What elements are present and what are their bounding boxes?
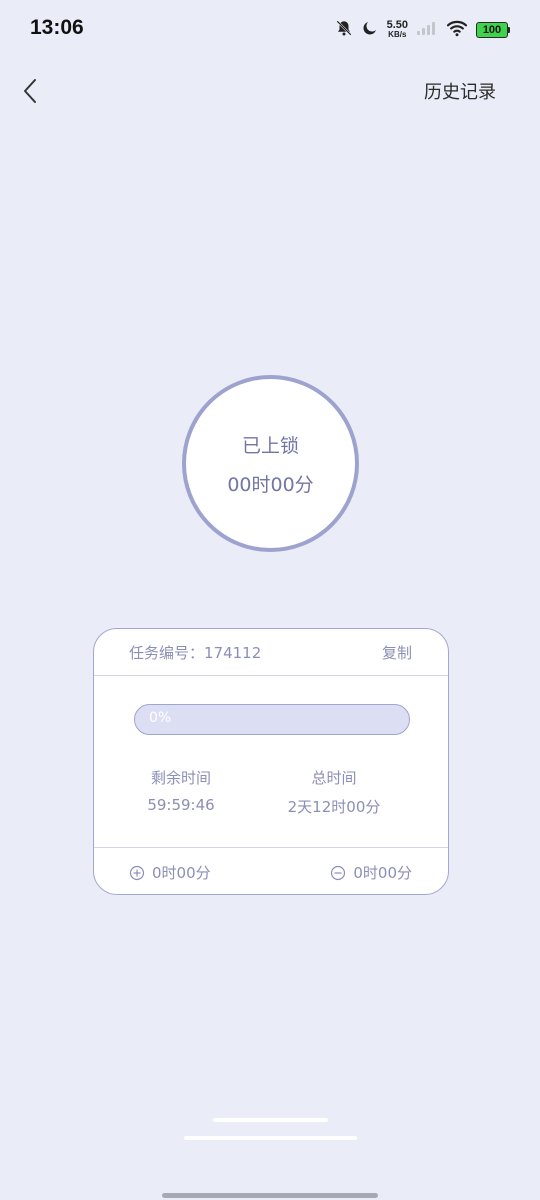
subtract-time-button[interactable]: 0时00分 <box>330 862 412 883</box>
lock-duration-text: 00时00分 <box>227 473 314 496</box>
total-time-label: 总时间 <box>311 769 357 787</box>
history-button[interactable]: 历史记录 <box>424 78 496 104</box>
plus-circle-icon <box>129 865 145 880</box>
task-id: 任务编号：174112 <box>129 644 262 662</box>
total-time: 总时间 2天12时00分 <box>254 767 414 817</box>
home-indicator[interactable] <box>162 1193 378 1198</box>
net-speed-unit: KB/s <box>388 30 407 39</box>
bell-off-icon <box>335 19 353 41</box>
progress-bar: 0% <box>134 704 410 735</box>
battery-icon: 100 <box>476 22 510 38</box>
task-card-footer: 0时00分 0时00分 <box>94 847 448 894</box>
signal-icon <box>416 20 438 40</box>
bottom-bar <box>213 1118 328 1122</box>
bottom-bar <box>184 1136 357 1140</box>
add-time-value: 0时00分 <box>152 864 211 882</box>
net-speed: 5.50 KB/s <box>386 19 408 40</box>
task-card: 任务编号：174112 复制 0% 剩余时间 59:59:46 总时间 2天12… <box>93 628 449 895</box>
battery-level: 100 <box>476 22 508 38</box>
add-time-button[interactable]: 0时00分 <box>129 862 211 883</box>
chevron-left-icon <box>24 79 36 103</box>
minus-circle-icon <box>331 865 346 880</box>
subtract-time-value: 0时00分 <box>353 864 412 882</box>
status-icons: 5.50 KB/s 100 <box>335 18 510 42</box>
lock-status-circle: 已上锁 00时00分 <box>182 375 359 552</box>
remaining-time-value: 59:59:46 <box>147 796 215 814</box>
back-button[interactable] <box>14 74 46 108</box>
total-time-value: 2天12时00分 <box>287 798 381 816</box>
lock-status-text: 已上锁 <box>241 434 299 457</box>
net-speed-value: 5.50 <box>386 19 408 31</box>
remaining-time-label: 剩余时间 <box>150 769 211 787</box>
wifi-icon <box>446 19 468 41</box>
status-bar: 13:06 5.50 KB/s 100 <box>0 0 540 60</box>
battery-tip <box>508 27 510 33</box>
status-time: 13:06 <box>30 16 84 39</box>
moon-icon <box>361 19 379 41</box>
task-card-header: 任务编号：174112 复制 <box>94 629 448 676</box>
progress-text: 0% <box>149 710 172 726</box>
copy-button[interactable]: 复制 <box>382 642 412 663</box>
remaining-time: 剩余时间 59:59:46 <box>101 767 261 814</box>
